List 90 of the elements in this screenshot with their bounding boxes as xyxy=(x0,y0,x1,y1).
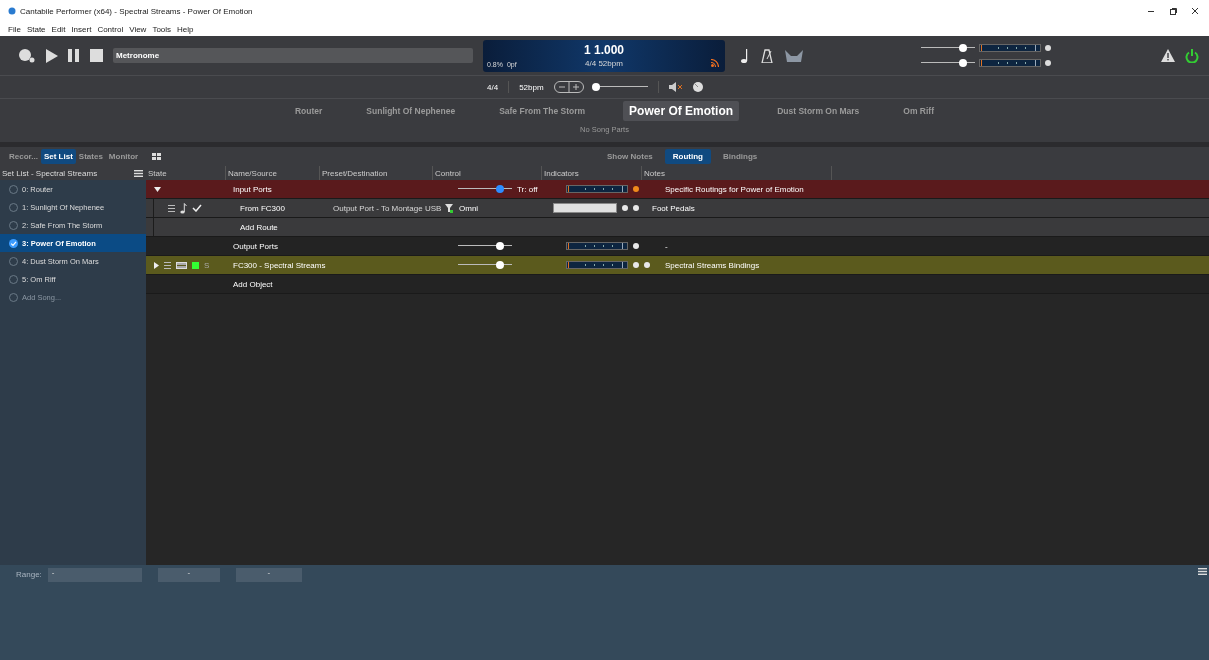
level-meter xyxy=(979,44,1041,52)
filter-icon[interactable] xyxy=(445,203,454,213)
slider[interactable] xyxy=(921,43,975,53)
notes-text: Spectral Streams Bindings xyxy=(665,260,760,270)
song-tab[interactable]: Om Riff xyxy=(881,103,956,119)
view-tab[interactable]: Show Notes xyxy=(599,149,661,164)
add-link[interactable]: Add Object xyxy=(233,279,273,289)
slider-thumb[interactable] xyxy=(496,185,505,193)
grid-icon[interactable] xyxy=(152,153,161,160)
tempo-stepper-icon[interactable] xyxy=(553,81,584,93)
power-icon[interactable] xyxy=(1185,48,1199,63)
notes-text: Foot Pedals xyxy=(652,203,695,213)
slider[interactable] xyxy=(458,184,512,194)
slider[interactable] xyxy=(458,260,512,270)
mute-icon[interactable] xyxy=(668,82,683,92)
knob-icon[interactable] xyxy=(692,82,703,92)
expand-arrow-icon[interactable] xyxy=(154,186,161,192)
slider-thumb[interactable] xyxy=(959,59,968,67)
broadcast-icon xyxy=(711,58,719,67)
menu-item[interactable]: State xyxy=(26,24,46,34)
record-icon[interactable] xyxy=(18,47,36,64)
set-list-title: Set List - Spectral Streams xyxy=(2,168,98,178)
menu-item[interactable]: Control xyxy=(97,24,124,34)
control-text: Omni xyxy=(459,203,479,213)
app-icon xyxy=(8,7,16,15)
check-icon[interactable] xyxy=(192,204,202,212)
time-signature[interactable]: 4/4 xyxy=(487,82,499,92)
notes-text: Specific Routings for Power of Emotion xyxy=(665,184,804,194)
level-meter xyxy=(979,59,1041,67)
range-field[interactable]: - xyxy=(235,568,302,582)
range-field[interactable]: - xyxy=(47,568,142,582)
activity-bar xyxy=(553,203,617,213)
metronome-bar[interactable]: Metronome xyxy=(113,48,473,63)
menu-item[interactable]: Tools xyxy=(152,24,172,34)
slider-thumb[interactable] xyxy=(496,261,505,269)
menu-item[interactable]: View xyxy=(129,24,147,34)
expand-arrow-icon[interactable] xyxy=(154,261,159,269)
song-tab[interactable]: Safe From The Storm xyxy=(477,103,608,119)
stage-light-icon[interactable] xyxy=(785,49,803,62)
row-name: Input Ports xyxy=(233,184,272,194)
preset-text: Output Port - To Montage USB xyxy=(333,203,442,213)
tempo-readout[interactable]: 52bpm xyxy=(519,82,544,92)
slider[interactable] xyxy=(593,82,648,92)
notes-text: - xyxy=(665,241,668,251)
meter-readout: 4/4 52bpm xyxy=(585,59,623,68)
slider-thumb[interactable] xyxy=(592,83,601,91)
status-dot xyxy=(1045,60,1051,66)
view-tab[interactable]: Bindings xyxy=(715,149,766,164)
restore-icon[interactable] xyxy=(1169,7,1177,15)
panel-tab[interactable]: States xyxy=(75,149,106,164)
range-label: Range: xyxy=(15,569,42,581)
row-name: From FC300 xyxy=(240,203,285,213)
metronome-icon[interactable] xyxy=(761,48,773,63)
panel-tab[interactable]: Set List xyxy=(40,149,76,164)
panel-tab[interactable]: Recor... xyxy=(6,149,41,164)
checked-icon xyxy=(9,238,18,248)
status-dot xyxy=(1045,45,1051,51)
menu-icon[interactable] xyxy=(164,261,171,269)
menu-icon[interactable] xyxy=(134,169,143,177)
slider-thumb[interactable] xyxy=(496,242,505,250)
add-link[interactable]: Add Route xyxy=(240,222,278,232)
song-tab[interactable]: Dust Storm On Mars xyxy=(755,103,882,119)
window-title: Cantabile Performer (x64) - Spectral Streams - Power Of Emotion xyxy=(20,6,253,16)
slider[interactable] xyxy=(458,241,512,251)
slider[interactable] xyxy=(921,58,975,68)
slider-thumb[interactable] xyxy=(959,44,968,52)
row-name: FC300 - Spectral Streams xyxy=(233,260,326,270)
pause-icon[interactable] xyxy=(68,49,80,62)
play-icon[interactable] xyxy=(46,48,58,63)
menu-icon[interactable] xyxy=(1198,568,1207,575)
menu-item[interactable]: Insert xyxy=(71,24,92,34)
view-tab[interactable]: Routing xyxy=(664,149,711,164)
warning-icon[interactable] xyxy=(1161,49,1175,62)
active-indicator-icon[interactable] xyxy=(192,261,199,269)
menu-item[interactable]: File xyxy=(8,24,21,34)
note-icon[interactable] xyxy=(180,202,187,214)
control-text: Tr: off xyxy=(517,184,538,194)
menu-icon[interactable] xyxy=(168,204,175,212)
panel-tab[interactable]: Monitor xyxy=(105,149,142,164)
position-readout: 1 1.000 xyxy=(583,43,624,57)
song-tab[interactable]: Power Of Emotion xyxy=(623,101,740,121)
close-icon[interactable] xyxy=(1191,7,1199,15)
menu-item[interactable]: Help xyxy=(177,24,194,34)
range-field[interactable]: - xyxy=(157,568,220,582)
menu-item[interactable]: Edit xyxy=(51,24,66,34)
note-icon[interactable] xyxy=(741,48,749,63)
song-tab[interactable]: Sunlight Of Nephenee xyxy=(344,103,478,119)
row-name: Output Ports xyxy=(233,241,278,251)
rack-icon[interactable] xyxy=(176,261,187,269)
song-tab[interactable]: Router xyxy=(272,103,345,119)
